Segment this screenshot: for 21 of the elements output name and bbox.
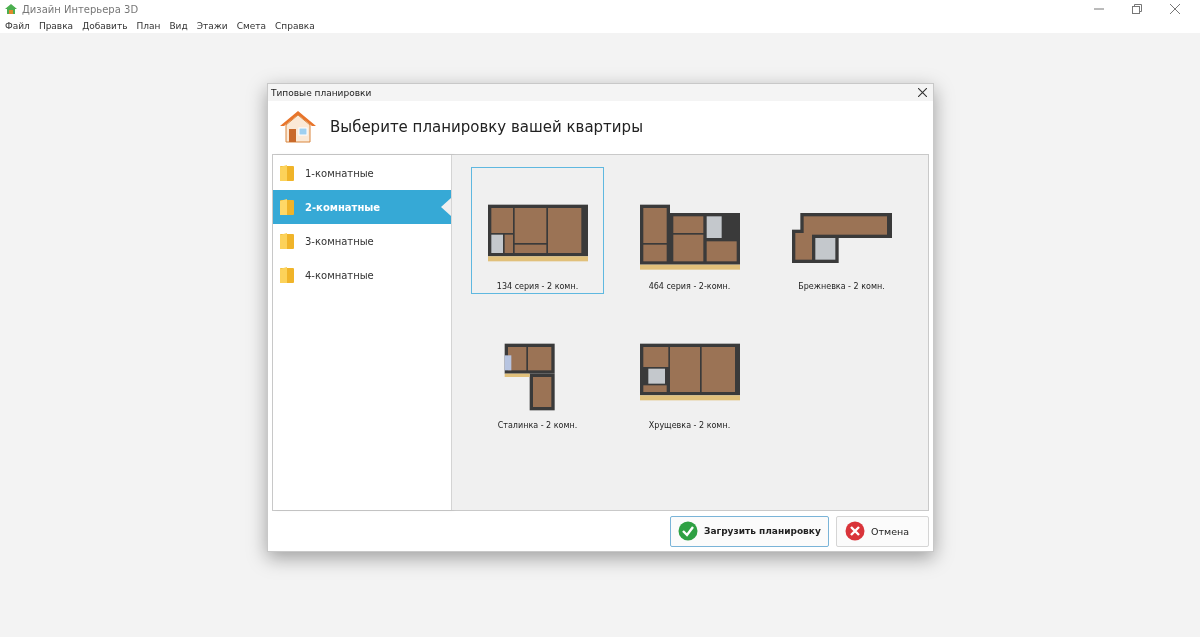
dialog-title: Типовые планировки — [271, 87, 372, 98]
category-item[interactable]: 4-комнатные — [273, 258, 451, 292]
layout-option[interactable]: Сталинка - 2 комн. — [471, 306, 604, 433]
menu-item[interactable]: Справка — [275, 20, 315, 31]
category-item[interactable]: 1-комнатные — [273, 156, 451, 190]
menu-item[interactable]: Файл — [5, 20, 30, 31]
layout-option[interactable]: Брежневка - 2 комн. — [775, 167, 908, 294]
category-item[interactable]: 3-комнатные — [273, 224, 451, 258]
layout-option[interactable]: 464 серия - 2-комн. — [623, 167, 756, 294]
cancel-button[interactable]: Отмена — [836, 515, 929, 547]
app-title: Дизайн Интерьера 3D — [22, 3, 139, 15]
load-layout-button[interactable]: Загрузить планировку — [670, 515, 829, 547]
menu-item[interactable]: План — [136, 20, 161, 31]
menu-item[interactable]: Этажи — [196, 20, 228, 31]
menu-item[interactable]: Вид — [169, 20, 188, 31]
layout-option[interactable]: 134 серия - 2 комн. — [471, 167, 604, 294]
menu-item[interactable]: Добавить — [82, 20, 128, 31]
layout-option[interactable]: Хрущевка - 2 комн. — [623, 306, 756, 433]
menu-item[interactable]: Правка — [38, 20, 74, 31]
menu-item[interactable]: Смета — [236, 20, 266, 31]
dialog-heading: Выберите планировку вашей квартиры — [330, 117, 643, 136]
